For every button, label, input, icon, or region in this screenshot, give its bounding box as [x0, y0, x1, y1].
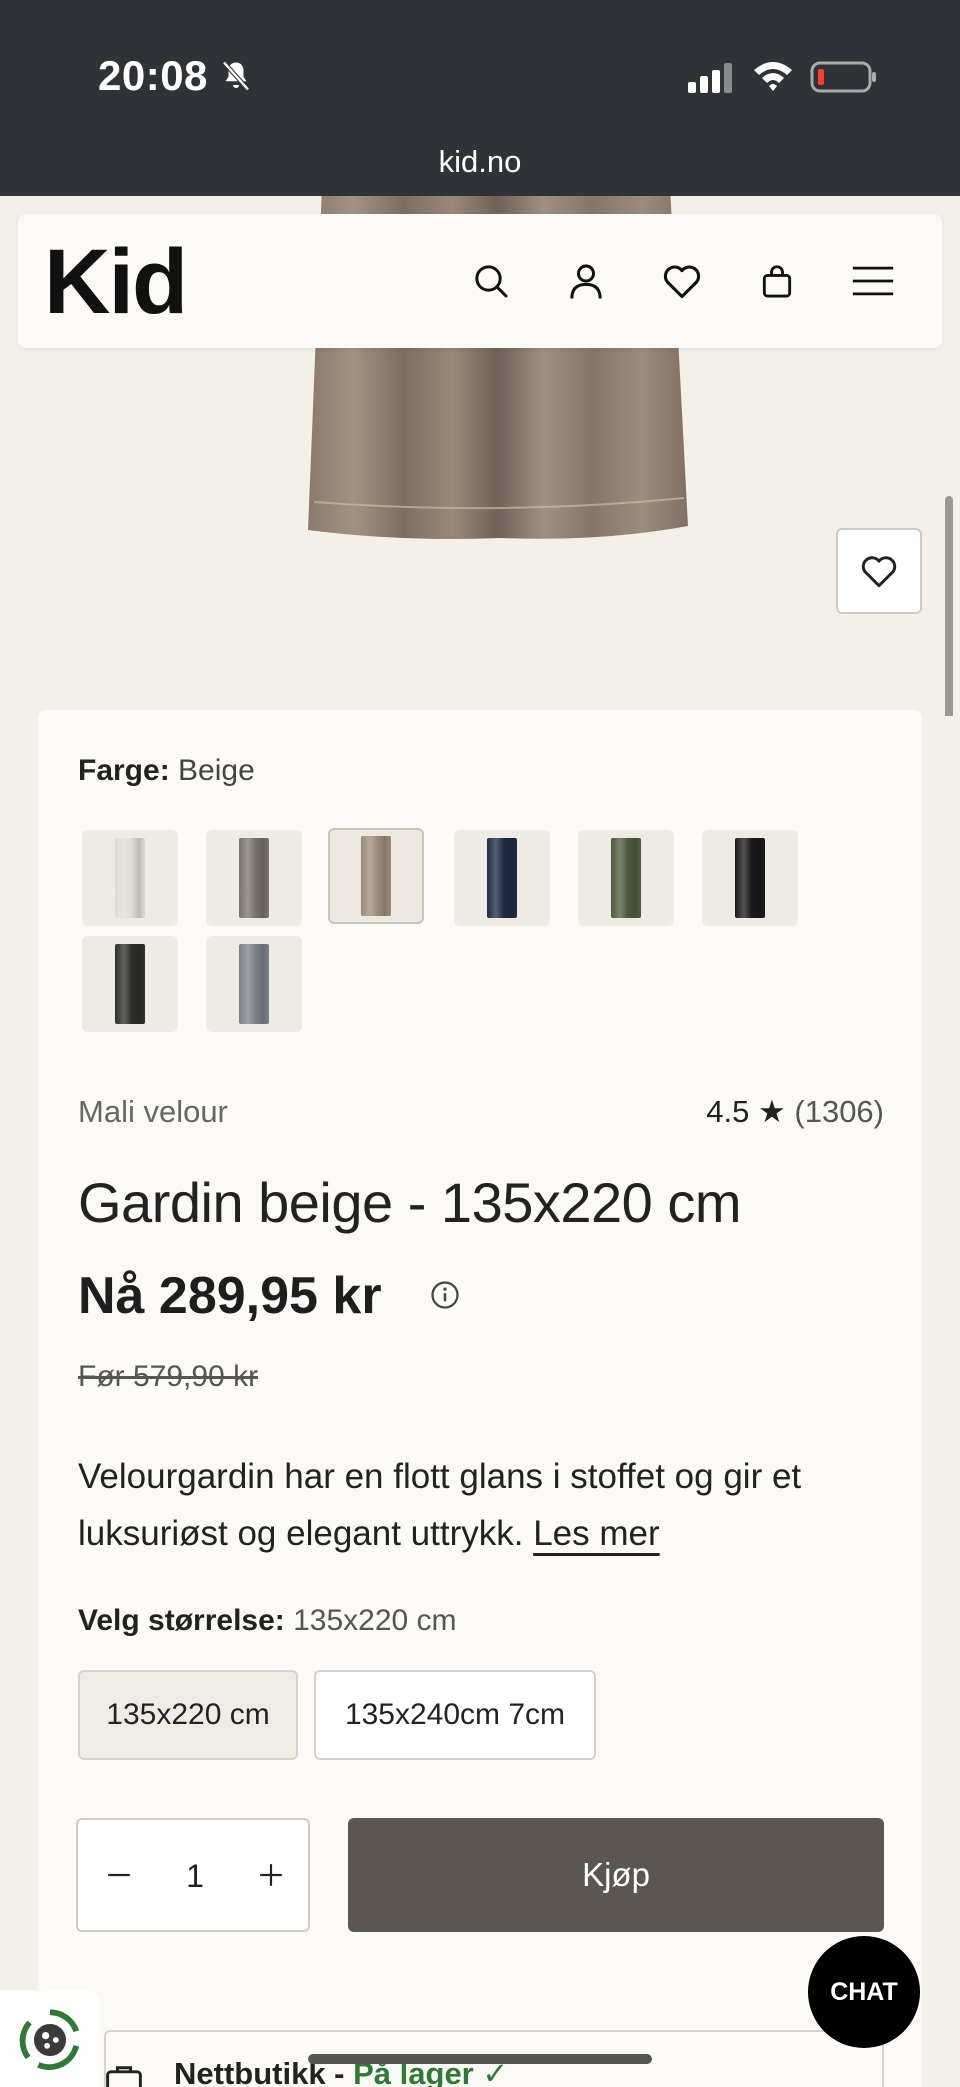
swatch-curtain-image	[115, 838, 145, 918]
recycle-icon	[19, 2009, 80, 2070]
read-more-link[interactable]: Les mer	[533, 1514, 659, 1553]
color-swatch-black[interactable]	[702, 830, 798, 926]
color-swatch-navy[interactable]	[454, 830, 550, 926]
selected-size: 135x220 cm	[293, 1604, 457, 1637]
previous-price: Før 579,90 kr	[78, 1360, 259, 1393]
swatch-curtain-image	[735, 838, 765, 918]
briefcase-icon	[106, 2066, 142, 2087]
add-to-wishlist-button[interactable]	[836, 528, 922, 614]
status-time: 20:08	[98, 52, 208, 99]
shopping-bag-icon	[762, 265, 792, 298]
swatch-curtain-image	[239, 944, 269, 1024]
quantity-value[interactable]: 1	[168, 1858, 222, 1895]
size-option-135x240[interactable]: 135x240cm 7cm	[314, 1670, 596, 1760]
product-rating[interactable]: 4.5 ★ (1306)	[706, 1094, 884, 1130]
search-button[interactable]	[466, 256, 516, 306]
product-title: Gardin beige - 135x220 cm	[78, 1171, 742, 1234]
current-price: Nå 289,95 kr	[78, 1267, 382, 1325]
size-option-135x220[interactable]: 135x220 cm	[78, 1670, 298, 1760]
plus-icon	[260, 1864, 282, 1886]
bell-muted-icon	[222, 61, 250, 91]
color-swatch-white[interactable]	[82, 830, 178, 926]
color-swatch-olive[interactable]	[578, 830, 674, 926]
status-bar: 20:08 kid.no	[0, 0, 960, 196]
swatch-curtain-image	[115, 944, 145, 1024]
address-bar-url[interactable]: kid.no	[0, 144, 960, 180]
product-description: Velourgardin har en flott glans i stoffe…	[78, 1457, 802, 1553]
info-icon[interactable]	[430, 1280, 460, 1310]
heart-icon	[663, 265, 701, 299]
swatch-curtain-image	[361, 836, 391, 916]
product-details-card: Farge: Beige Mali velour 4.5 ★ (1306) Ga…	[38, 710, 922, 2087]
product-series[interactable]: Mali velour	[78, 1094, 228, 1130]
color-swatch-beige[interactable]	[328, 828, 424, 924]
quantity-increase-button[interactable]	[246, 1850, 296, 1900]
swatch-curtain-image	[611, 838, 641, 918]
color-swatch-charcoal[interactable]	[82, 936, 178, 1032]
color-swatch-blue-grey[interactable]	[206, 936, 302, 1032]
heart-icon	[861, 556, 897, 588]
quantity-decrease-button[interactable]	[94, 1850, 144, 1900]
battery-icon	[810, 61, 876, 93]
swatch-curtain-image	[487, 838, 517, 918]
minus-icon	[108, 1873, 130, 1877]
hamburger-menu-icon	[852, 266, 894, 296]
swatch-curtain-image	[239, 838, 269, 918]
kid-logo[interactable]: Kid	[44, 236, 188, 328]
menu-button[interactable]	[848, 256, 898, 306]
cart-button[interactable]	[752, 256, 802, 306]
scrollbar-thumb[interactable]	[945, 496, 953, 716]
review-count: (1306)	[794, 1094, 884, 1129]
quantity-stepper: 1	[76, 1818, 310, 1932]
account-button[interactable]	[561, 256, 611, 306]
user-icon	[570, 264, 602, 299]
site-header: Kid	[18, 214, 942, 348]
size-selector-label: Velg størrelse: 135x220 cm	[78, 1604, 457, 1637]
signal-icon	[688, 63, 732, 93]
recycle-badge[interactable]	[0, 1990, 100, 2087]
selected-color: Beige	[178, 754, 255, 787]
wishlist-button[interactable]	[657, 256, 707, 306]
home-indicator[interactable]	[308, 2054, 652, 2064]
chat-button[interactable]: CHAT	[808, 1936, 920, 2048]
color-selector-label: Farge: Beige	[78, 754, 255, 787]
buy-button[interactable]: Kjøp	[348, 1818, 884, 1932]
wifi-icon	[754, 62, 792, 91]
search-icon	[475, 265, 508, 298]
color-swatch-grey-brown[interactable]	[206, 830, 302, 926]
